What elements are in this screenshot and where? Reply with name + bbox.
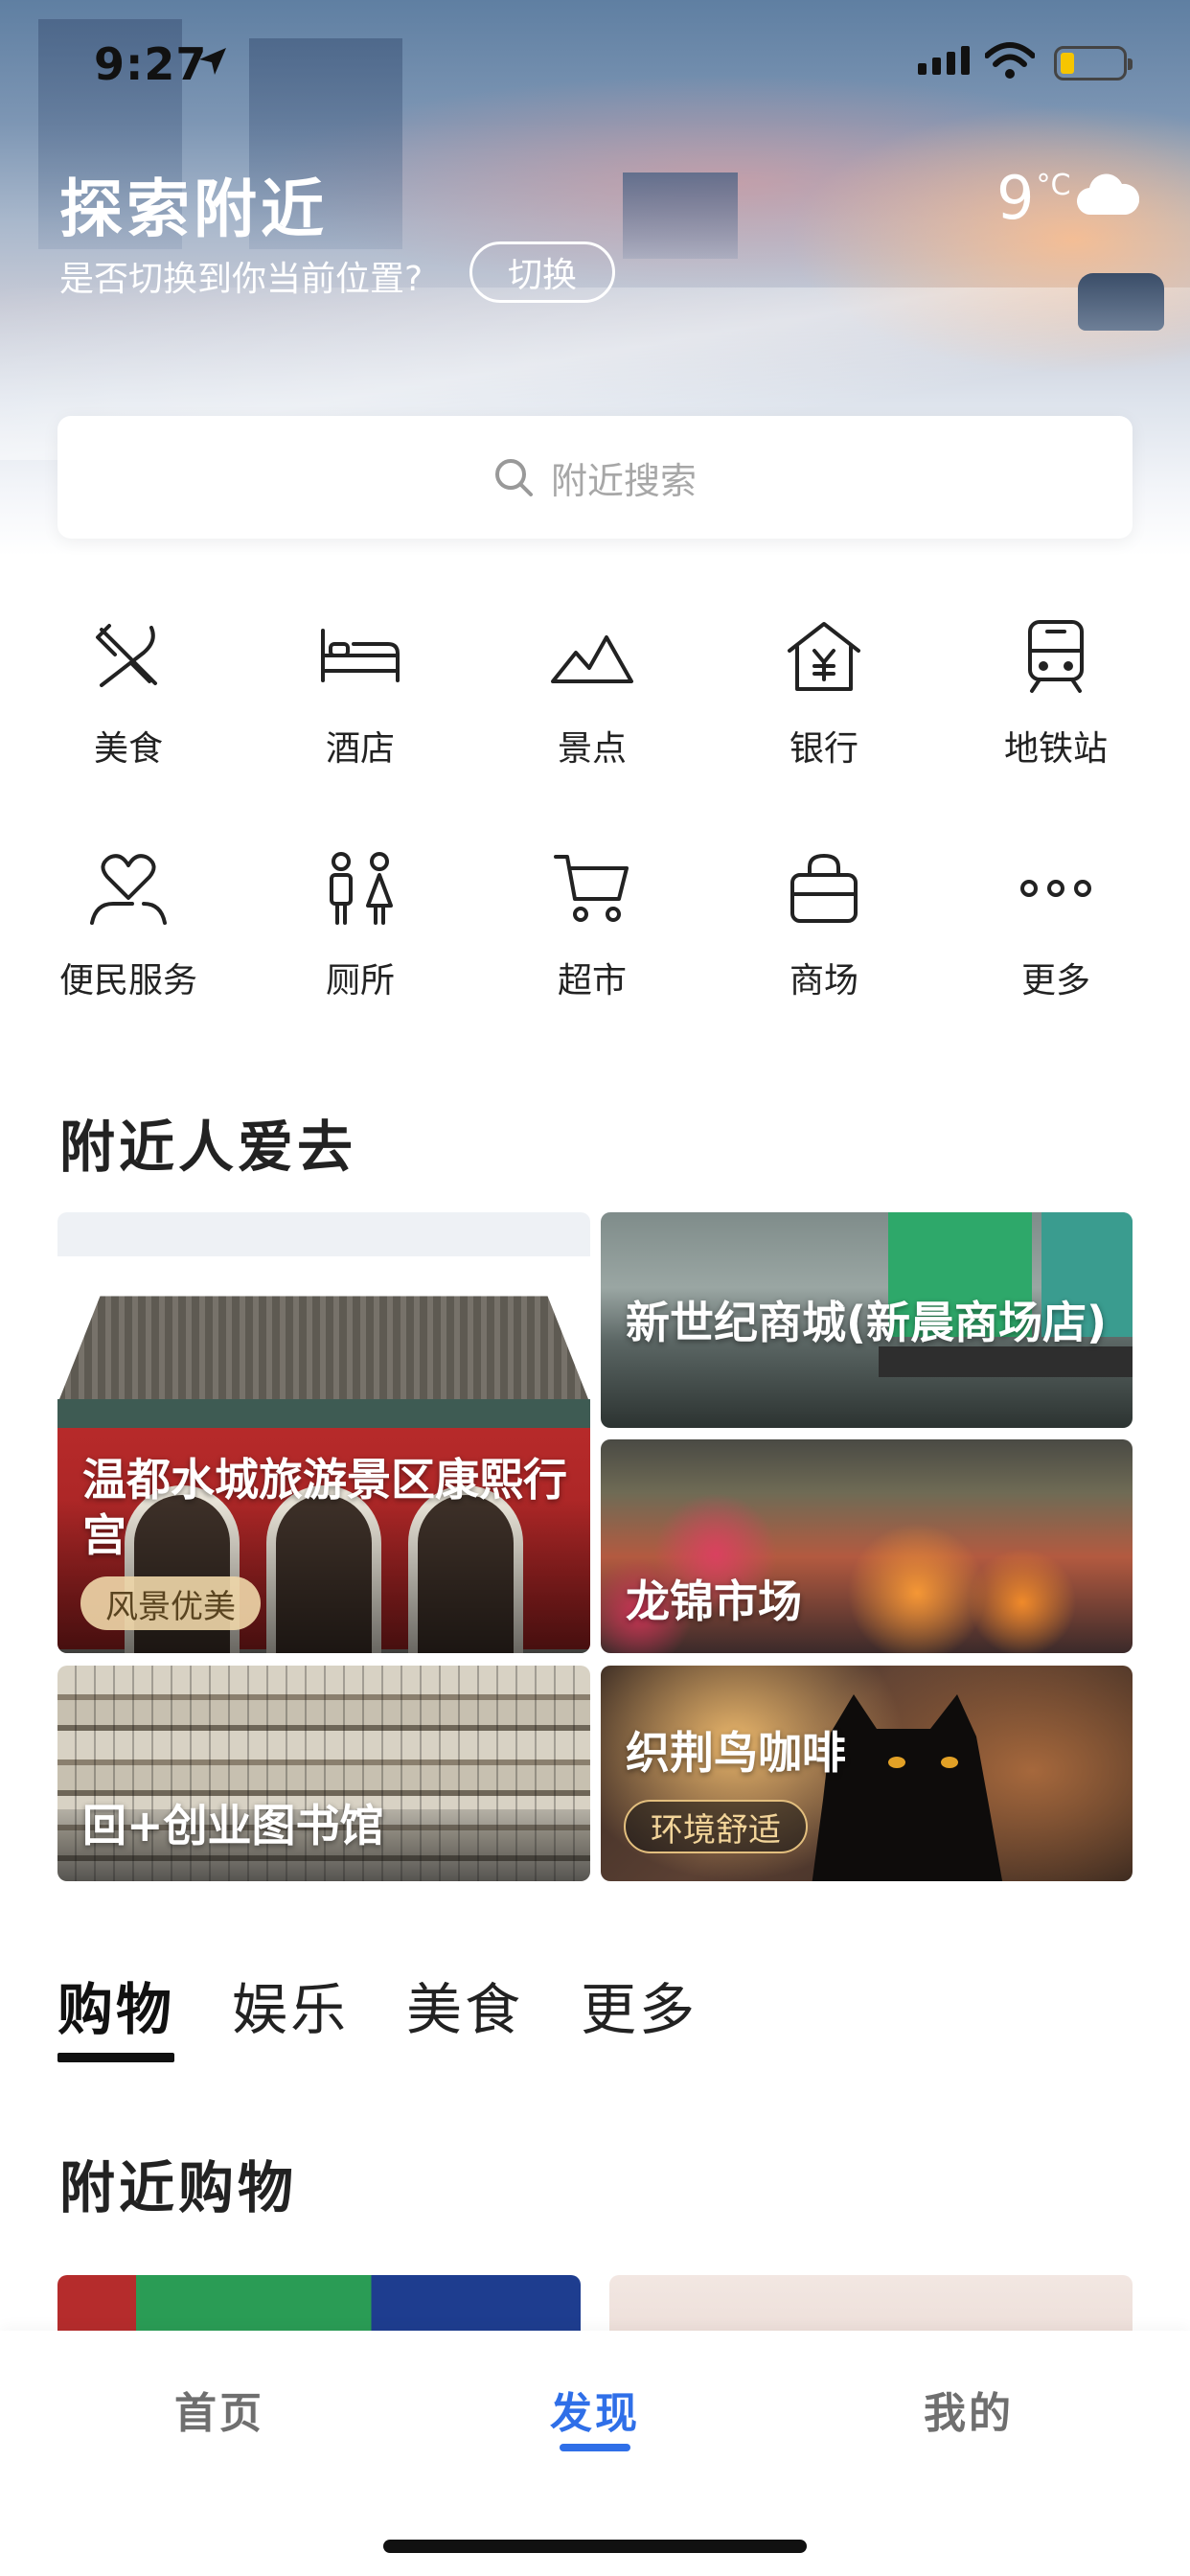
card-image <box>57 1296 590 1404</box>
category-label: 银行 <box>789 729 858 769</box>
category-food[interactable]: 美食 <box>13 613 243 805</box>
place-card[interactable]: 龙锦市场 <box>601 1439 1133 1653</box>
category-label: 厕所 <box>325 961 395 1000</box>
cellular-signal-icon <box>918 46 970 75</box>
category-subway[interactable]: 地铁站 <box>941 613 1171 805</box>
category-restroom[interactable]: 厕所 <box>245 845 475 1037</box>
tab-food[interactable]: 美食 <box>406 1965 523 2045</box>
place-name: 回+创业图书馆 <box>82 1800 384 1852</box>
category-label: 酒店 <box>325 729 395 769</box>
bank-icon <box>788 622 860 691</box>
place-card[interactable]: 织荆鸟咖啡 环境舒适 <box>601 1666 1133 1881</box>
more-dots-icon <box>1020 880 1091 897</box>
category-bank[interactable]: 银行 <box>709 613 939 805</box>
search-input[interactable]: 附近搜索 <box>57 416 1133 539</box>
place-card[interactable]: 回+创业图书馆 <box>57 1666 590 1881</box>
category-mall[interactable]: 商场 <box>709 845 939 1037</box>
battery-icon <box>1054 46 1133 80</box>
place-name: 织荆鸟咖啡 <box>626 1727 846 1779</box>
status-time: 9:27 <box>94 38 208 90</box>
section-title-popular: 附近人爱去 <box>59 1115 357 1180</box>
place-tag: 风景优美 <box>80 1576 261 1630</box>
search-placeholder: 附近搜索 <box>550 459 697 502</box>
place-name: 龙锦市场 <box>626 1576 802 1627</box>
location-prompt: 是否切换到你当前位置? <box>59 260 423 299</box>
tab-shopping[interactable]: 购物 <box>57 1965 175 2062</box>
location-arrow-icon <box>199 48 226 75</box>
shopping-bag-icon <box>790 854 858 923</box>
place-name: 新世纪商城(新晨商场店) <box>626 1297 1108 1348</box>
category-label: 美食 <box>93 729 163 769</box>
category-label: 景点 <box>557 729 627 769</box>
category-label: 更多 <box>1020 961 1090 1000</box>
car-image <box>1078 273 1164 331</box>
home-indicator <box>383 2540 807 2553</box>
nav-active-indicator <box>560 2444 630 2451</box>
fork-knife-icon <box>96 624 157 687</box>
tab-more[interactable]: 更多 <box>581 1965 698 2045</box>
place-card[interactable]: 新世纪商城(新晨商场店) <box>601 1212 1133 1428</box>
mountain-icon <box>551 635 633 683</box>
card-image <box>57 1399 590 1428</box>
section-title-shopping: 附近购物 <box>59 2155 298 2220</box>
card-image <box>941 1757 958 1768</box>
nav-discover[interactable]: 发现 <box>550 2379 640 2440</box>
restroom-icon <box>330 852 393 925</box>
discover-page: 9:27 探索附近 是否切换到你当前位置? 切换 9 °C 附近搜索 美食 酒店… <box>0 0 1190 2576</box>
category-label: 超市 <box>557 961 627 1000</box>
card-image <box>888 1757 905 1768</box>
temperature-unit: °C <box>1036 169 1071 202</box>
nav-profile[interactable]: 我的 <box>924 2379 1014 2440</box>
status-bar: 9:27 <box>0 0 1190 125</box>
switch-location-button[interactable]: 切换 <box>469 242 615 303</box>
category-hotel[interactable]: 酒店 <box>245 613 475 805</box>
category-label: 商场 <box>789 961 858 1000</box>
bottom-navigation: 首页 发现 我的 <box>0 2331 1190 2576</box>
subway-icon <box>1028 620 1084 693</box>
place-tag: 环境舒适 <box>624 1800 808 1853</box>
nav-home[interactable]: 首页 <box>174 2379 264 2440</box>
category-more[interactable]: 更多 <box>941 845 1171 1037</box>
cloud-icon <box>1077 173 1140 216</box>
page-title: 探索附近 <box>59 172 328 246</box>
weather-widget: 9 °C <box>996 163 1140 233</box>
search-icon <box>494 459 533 496</box>
bed-icon <box>321 629 400 682</box>
place-card[interactable]: 温都水城旅游景区康熙行宫 风景优美 <box>57 1212 590 1653</box>
card-image <box>812 1694 1003 1881</box>
building-image <box>623 172 738 259</box>
card-image <box>879 1346 1133 1377</box>
category-label: 地铁站 <box>1003 729 1108 769</box>
temperature: 9 <box>996 163 1035 233</box>
hero-banner: 9:27 探索附近 是否切换到你当前位置? 切换 9 °C 附近搜索 <box>0 0 1190 556</box>
category-tabs: 购物 娱乐 美食 更多 <box>57 1965 698 2062</box>
category-attractions[interactable]: 景点 <box>477 613 707 805</box>
category-convenience[interactable]: 便民服务 <box>13 845 243 1037</box>
heart-hand-icon <box>90 854 167 925</box>
category-supermarket[interactable]: 超市 <box>477 845 707 1037</box>
tab-entertainment[interactable]: 娱乐 <box>232 1965 349 2045</box>
wifi-icon <box>985 42 1035 79</box>
place-name: 温都水城旅游景区康熙行宫 <box>82 1454 567 1561</box>
category-label: 便民服务 <box>58 961 197 1000</box>
cart-icon <box>554 855 629 922</box>
